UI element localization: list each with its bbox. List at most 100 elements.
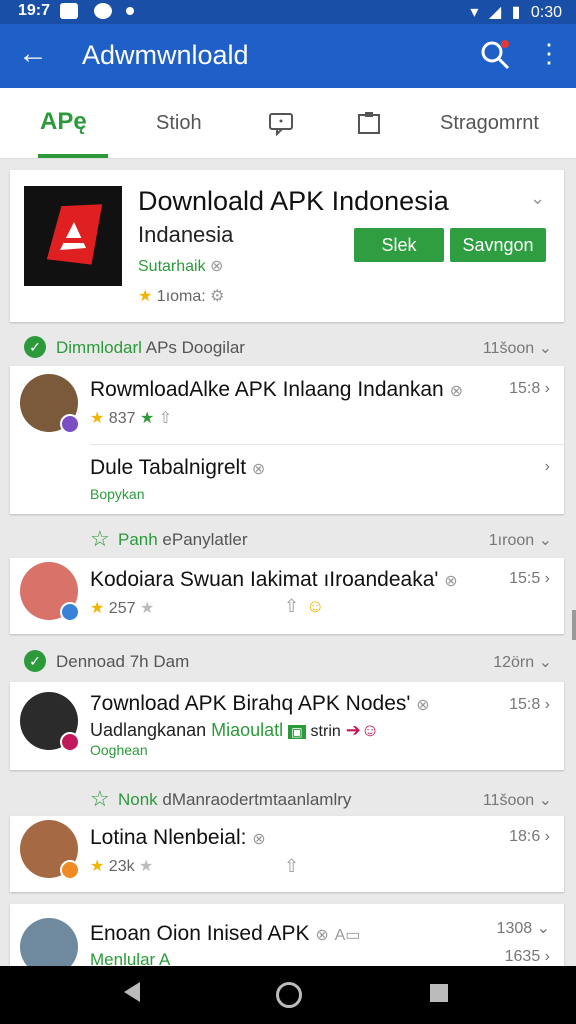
item-time: 15:8 › [509,696,550,713]
smile-emoji-icon: ☺ [306,596,325,616]
star-outline-icon: ☆ [90,526,110,551]
section-header[interactable]: ✓ Dimmlodarl APs Doogilar 11šoon ⌄ [0,326,576,368]
back-arrow-icon[interactable]: ← [18,36,48,72]
status-time: 19:7 [18,2,51,19]
translate-icon: A▭ [334,927,361,944]
tab-stioh[interactable]: Stioh [156,112,202,135]
camera-icon [94,3,112,19]
status-right: ▾ ◢ ▮ 0:30 [464,2,562,22]
search-icon[interactable] [478,38,512,72]
item-subtitle: Ooghean [90,742,148,758]
gear-icon: ⚙ [210,288,225,305]
list-item[interactable]: Dule Tabalnigrelt ⊗ Bopykan › [10,444,564,514]
item-time-secondary: 1635 › [504,948,550,965]
close-badge-icon: ⊗ [252,831,266,848]
app-developer: Sutarhaik ⊗ [138,256,223,276]
close-badge-icon: ⊗ [315,927,329,944]
section-header[interactable]: ☆ Nonk dManraodertmtaanlamlry 11šoon ⌄ [0,778,576,820]
item-title: 7ownload APK Birahq APK Nodes' ⊗ [90,692,430,715]
section-meta: 11šoon ⌄ [482,340,552,357]
list-item[interactable]: Kodoiara Swuan Iakimat ıIroandeaka' ⊗ ★ … [10,558,564,634]
item-title: RowmloadAlke APK Inlaang Indankan ⊗ [90,378,463,401]
tab-indicator [38,154,108,158]
mail-icon [60,3,78,19]
savngon-button[interactable]: Savngon [450,228,546,262]
rating-value: 1ıoma: [156,288,206,305]
item-description: Uadlangkanan Miaoulatl ▣ strin ➔☺ [90,720,380,740]
close-badge-icon: ⊗ [416,697,430,714]
heart-eyes-emoji-icon: ➔☺ [345,720,380,740]
star-outline-icon: ☆ [90,786,110,811]
section-label: Nonk dManraodertmtaanlamlry [118,790,352,809]
list-card: RowmloadAlke APK Inlaang Indankan ⊗ ★ 83… [10,366,564,514]
list-item[interactable]: Lotina Nlenbeial: ⊗ ★ 23k ★ ⇧ 18:6 › [10,816,564,892]
list-card: Kodoiara Swuan Iakimat ıIroandeaka' ⊗ ★ … [10,558,564,634]
apk-logo-icon [46,204,103,265]
section-label: Dennoad 7h Dam [56,652,190,671]
tab-stragomrnt[interactable]: Stragomrnt [440,112,539,135]
thumbs-up-icon[interactable]: ⇧ [284,596,299,617]
item-time: 18:6 › [509,828,550,845]
list-card: Lotina Nlenbeial: ⊗ ★ 23k ★ ⇧ 18:6 › [10,816,564,892]
section-meta: 11šoon ⌄ [482,792,552,809]
list-item[interactable]: RowmloadAlke APK Inlaang Indankan ⊗ ★ 83… [10,366,564,444]
item-time: 15:8 › [509,380,550,397]
badge-icon [60,860,80,880]
star-icon: ★ [138,288,153,305]
item-time: 15:5 › [509,570,550,587]
app-title: Downloald APK Indonesia [138,186,449,216]
clipboard-icon[interactable] [356,110,382,136]
section-meta: 12örn ⌄ [493,654,552,671]
list-item[interactable]: Enoan Oion Inised APK ⊗ A▭ Menlular A 13… [10,904,564,966]
list-card: 7ownload APK Birahq APK Nodes' ⊗ Uadlang… [10,682,564,770]
tag-icon: ▣ [288,725,306,739]
app-logo [24,186,122,286]
chevron-down-icon[interactable]: ⌄ [530,188,545,209]
section-label: Panh ePanylatler [118,530,248,549]
section-header[interactable]: ☆ Panh ePanylatler 1ıroon ⌄ [0,518,576,560]
app-header-card[interactable]: Downloald APK Indonesia Indanesia Sutarh… [10,170,564,322]
thumbs-up-icon[interactable]: ⇧ [284,856,299,877]
badge-icon [60,602,80,622]
tab-apk[interactable]: APę [40,108,87,136]
wifi-icon: ▾ [470,4,479,21]
chat-icon[interactable] [268,112,294,136]
developer-name: Sutarhaik [138,258,206,275]
close-badge-icon: ⊗ [449,383,463,400]
item-rating: ★ 23k ★ [90,858,154,875]
badge-icon [60,414,80,434]
nav-recents-icon[interactable] [430,984,448,1002]
avatar [20,918,78,966]
item-rating: ★ 837 ★ ⇧ [90,410,173,427]
section-meta: 1ıroon ⌄ [488,532,552,549]
app-subtitle: Indanesia [138,222,234,247]
item-rating: ★ 257 ★ [90,600,155,617]
list-item[interactable]: 7ownload APK Birahq APK Nodes' ⊗ Uadlang… [10,682,564,770]
close-badge-icon: ⊗ [251,461,266,478]
app-bar: ← Adwmwnloald ⋮ [0,24,576,88]
more-menu-icon[interactable]: ⋮ [536,38,562,68]
check-icon: ✓ [24,336,46,358]
battery-icon: ▮ [511,4,521,21]
close-badge-icon: ⊗ [210,258,224,275]
close-badge-icon: ⊗ [444,573,458,590]
section-header[interactable]: ✓ Dennoad 7h Dam 12örn ⌄ [0,640,576,682]
nav-home-icon[interactable] [276,982,302,1008]
scrollbar[interactable] [572,610,576,640]
item-title: Dule Tabalnigrelt ⊗ [90,456,266,479]
nav-back-icon[interactable] [124,982,140,1002]
item-title: Enoan Oion Inised APK ⊗ A▭ [90,922,361,945]
tab-bar: APę Stioh Stragomrnt [0,88,576,159]
system-nav-bar [0,966,576,1024]
slek-button[interactable]: Slek [354,228,444,262]
battery-time: 0:30 [530,4,562,21]
check-icon: ✓ [24,650,46,672]
page-title: Adwmwnloald [82,40,249,70]
section-label: Dimmlodarl APs Doogilar [56,338,245,357]
signal-icon: ◢ [488,4,502,21]
badge-icon [60,732,80,752]
item-chevron[interactable]: › [545,458,550,476]
item-title: Kodoiara Swuan Iakimat ıIroandeaka' ⊗ [90,568,458,591]
item-subtitle: Bopykan [90,486,145,502]
item-subtitle: Menlular A [90,950,171,966]
